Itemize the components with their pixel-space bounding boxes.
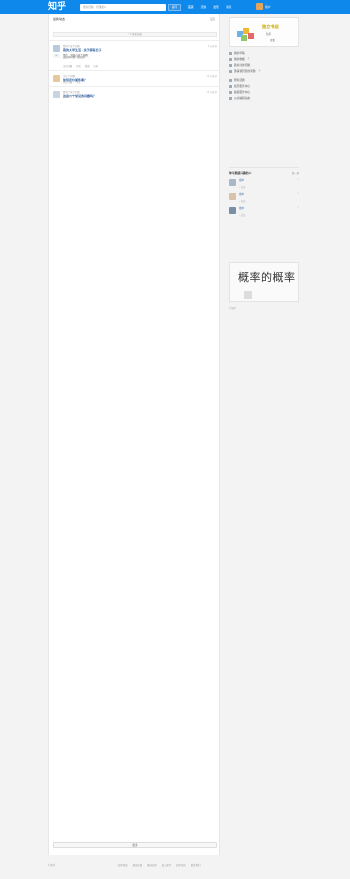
count-badge: 2: [246, 58, 250, 60]
feed-settings-link[interactable]: 设置: [210, 17, 215, 21]
sidebar-footer: © 知乎: [229, 308, 236, 310]
comment-link[interactable]: 评论: [76, 64, 81, 68]
recommended-user: 用户 + 关注 ×: [229, 206, 299, 218]
nav-topics[interactable]: 话题: [201, 4, 207, 10]
sidebar-item-label: 版权服务中心: [234, 91, 251, 94]
sidebar-item-label: 邀请我回答的问题: [234, 70, 256, 73]
zhihu-logo[interactable]: 知乎: [48, 2, 66, 12]
footer-link[interactable]: 知乎协议: [176, 863, 186, 867]
comment-link[interactable]: 评论: [76, 80, 81, 84]
recommended-user: 用户 + 关注 ×: [229, 192, 299, 204]
new-activity-bar[interactable]: ↑ 1 条新动态: [53, 32, 217, 37]
avatar[interactable]: [229, 207, 236, 214]
close-icon[interactable]: ×: [298, 206, 299, 209]
item-actions: 关注问题: [63, 94, 72, 98]
user-name[interactable]: 用户: [239, 192, 244, 196]
book-icon: [244, 291, 252, 299]
feed-panel: 最新动态 设置 ↑ 1 条新动态 赞同了这个回答 6 分钟前 我的大学生活 · …: [48, 14, 221, 855]
nav-explore[interactable]: 发现: [213, 4, 219, 10]
banner-title: 独立书店: [262, 24, 279, 29]
avatar[interactable]: [53, 75, 60, 82]
avatar[interactable]: [229, 193, 236, 200]
feed-item: 赞同了这个回答 6 分钟前 我的大学生活 · 关于那段日子 用户 · 浏览过这个…: [49, 40, 221, 70]
promo-banner[interactable]: 独立书店 知乎 查看: [229, 17, 299, 47]
recommended-user: 用户 + 关注 ×: [229, 178, 299, 190]
feed-title: 最新动态: [53, 17, 65, 21]
book-title: 概率的概率: [238, 271, 296, 284]
share-link[interactable]: 分享: [93, 64, 98, 68]
edit-icon: [229, 96, 232, 100]
sidebar-links: 我的草稿 我的收藏 2 我关注的问题 邀请我回答的问题 3 所有话题 社区服务中心 …: [229, 50, 299, 101]
sidebar-item-label: 我关注的问题: [234, 64, 251, 67]
nav-messages[interactable]: 消息: [226, 4, 232, 10]
item-title[interactable]: 这是一个常见的问题吗？: [63, 94, 213, 98]
star-icon: [229, 57, 232, 61]
avatar[interactable]: [229, 179, 236, 186]
avatar[interactable]: [53, 91, 60, 98]
follow-button[interactable]: + 关注: [239, 199, 245, 203]
item-title[interactable]: 如何评价某件事？: [63, 78, 213, 82]
footer-link[interactable]: 知乎指南: [118, 863, 128, 867]
question-icon: [229, 63, 232, 67]
feed-item: 赞同了这个回答 15 分钟前 这是一个常见的问题吗？ 关注问题: [49, 86, 221, 100]
banner-cta[interactable]: 查看: [270, 38, 275, 42]
footer-link[interactable]: 建议反馈: [133, 863, 143, 867]
footer-link[interactable]: 联系我们: [191, 863, 201, 867]
follow-question-link[interactable]: 关注问题: [63, 64, 72, 68]
sidebar-item-label: 社区服务中心: [234, 85, 251, 88]
draft-icon: [229, 51, 232, 55]
page-footer: © 知乎 知乎指南 建议反馈 移动应用 加入知乎 知乎协议 联系我们: [48, 863, 302, 867]
item-title[interactable]: 我的大学生活 · 关于那段日子: [63, 48, 213, 52]
vote-count[interactable]: 20: [53, 54, 60, 58]
user-name[interactable]: 用户: [265, 4, 271, 10]
nav-home[interactable]: 首页: [188, 4, 194, 10]
sidebar-item-label: 我的收藏: [234, 58, 245, 61]
copyright-icon: [229, 90, 232, 94]
sidebar-item-label: 公共编辑动态: [234, 97, 251, 100]
cubes-illustration: [237, 28, 254, 41]
feed-title-text: 最新动态: [53, 17, 66, 21]
user-name[interactable]: 用户: [239, 178, 244, 182]
follow-button[interactable]: + 关注: [239, 213, 245, 217]
count-badge: 3: [257, 70, 261, 72]
item-body[interactable]: 这段时间我一直在想……: [63, 56, 217, 64]
feed-item: 关注了问题 10 分钟前 如何评价某件事？ 关注问题 评论: [49, 70, 221, 86]
item-actions: 关注问题 评论 感谢 分享: [63, 64, 98, 68]
invite-icon: [229, 69, 232, 73]
top-navigation-bar: 知乎 搜索话题、问题或人 提问 首页 话题 发现 消息 用户: [0, 0, 350, 14]
close-icon[interactable]: ×: [298, 192, 299, 195]
user-avatar[interactable]: [256, 3, 263, 10]
follow-button[interactable]: + 关注: [239, 185, 245, 189]
user-name[interactable]: 用户: [239, 206, 244, 210]
banner-subtitle: 知乎: [266, 33, 272, 36]
sidebar-item-label: 我的草稿: [234, 52, 245, 55]
main-nav: 首页 话题 发现 消息: [188, 4, 231, 10]
footer-link[interactable]: 移动应用: [147, 863, 157, 867]
search-input[interactable]: 搜索话题、问题或人: [80, 3, 166, 11]
sidebar-item-label: 所有话题: [234, 79, 245, 82]
topic-icon: [229, 78, 232, 82]
follow-question-link[interactable]: 关注问题: [63, 94, 72, 98]
footer-links: 知乎指南 建议反馈 移动应用 加入知乎 知乎协议 联系我们: [118, 863, 200, 867]
ask-question-button[interactable]: 提问: [168, 3, 181, 11]
follow-question-link[interactable]: 关注问题: [63, 80, 72, 84]
load-more-button[interactable]: 更多: [53, 842, 217, 848]
avatar[interactable]: [53, 45, 60, 52]
refresh-link[interactable]: 换一换: [292, 171, 299, 175]
sidebar-item-invitations[interactable]: 邀请我回答的问题 3: [229, 68, 299, 74]
book-promo[interactable]: 概率的概率: [229, 262, 299, 302]
item-actions: 关注问题 评论: [63, 80, 81, 84]
thanks-link[interactable]: 感谢: [85, 64, 90, 68]
copyright-text: © 知乎: [48, 864, 56, 867]
footer-link[interactable]: 加入知乎: [162, 863, 172, 867]
community-icon: [229, 84, 232, 88]
recommend-title: 你可能感兴趣的人: [229, 171, 252, 175]
divider: [229, 167, 299, 168]
sidebar-item-public-edits[interactable]: 公共编辑动态: [229, 95, 299, 101]
close-icon[interactable]: ×: [298, 178, 299, 181]
